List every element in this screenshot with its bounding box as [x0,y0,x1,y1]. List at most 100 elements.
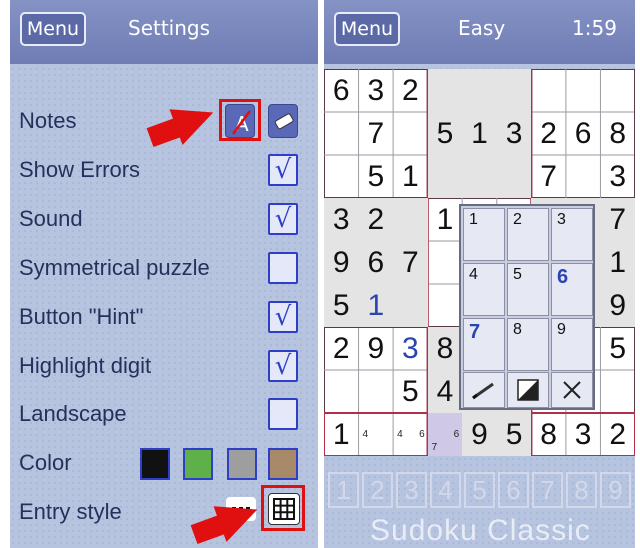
sudoku-cell[interactable]: 1 [428,198,463,241]
sudoku-cell[interactable] [496,69,532,112]
sudoku-cell[interactable] [566,155,601,198]
sudoku-cell[interactable]: 5 [427,112,463,155]
sudoku-cell[interactable]: 2 [393,69,428,112]
sudoku-cell[interactable]: 7 [393,241,428,284]
sudoku-cell[interactable]: 2 [531,112,566,155]
sudoku-cell[interactable]: 8 [600,112,635,155]
sound-checkbox[interactable]: √ [268,203,298,235]
sudoku-cell[interactable]: 46 [393,413,428,456]
menu-button[interactable]: Menu [334,12,400,46]
popup-digit-2[interactable]: 2 [507,208,549,261]
sudoku-cell[interactable] [324,112,359,155]
sudoku-cell[interactable] [427,69,463,112]
sudoku-cell[interactable]: 1 [462,112,497,155]
sudoku-cell[interactable]: 6 [566,112,601,155]
sudoku-cell[interactable]: 2 [324,327,359,370]
sudoku-cell[interactable] [393,112,428,155]
sudoku-cell[interactable] [531,69,566,112]
popup-digit-label: 3 [557,211,566,228]
sudoku-cell[interactable] [600,69,635,112]
sudoku-cell[interactable] [566,69,601,112]
cell-digit: 5 [402,374,419,408]
number-button-9[interactable]: 9 [600,472,631,508]
button-hint-checkbox[interactable]: √ [268,301,298,333]
sudoku-cell[interactable]: 3 [393,327,428,370]
sudoku-cell[interactable]: 3 [566,413,601,456]
color-swatch[interactable] [268,448,298,480]
sudoku-cell[interactable]: 5 [600,327,635,370]
popup-digit-7[interactable]: 7 [463,318,505,371]
sudoku-cell[interactable]: 7 [600,198,635,241]
number-button-1[interactable]: 1 [328,472,359,508]
sudoku-cell[interactable]: 5 [359,155,394,198]
popup-digit-8[interactable]: 8 [507,318,549,371]
sudoku-cell[interactable]: 2 [600,413,635,456]
sudoku-cell[interactable]: 5 [393,370,428,413]
sudoku-cell[interactable]: 5 [324,284,359,327]
color-swatch[interactable] [140,448,170,480]
pencil-icon[interactable] [463,372,505,408]
sudoku-cell[interactable]: 5 [496,413,532,456]
sudoku-cell[interactable] [428,284,463,327]
popup-digit-6[interactable]: 6 [551,263,593,316]
color-swatch[interactable] [183,448,213,480]
number-button-2[interactable]: 2 [362,472,393,508]
sudoku-cell[interactable]: 3 [496,112,532,155]
close-icon[interactable] [551,372,593,408]
difficulty-label: Easy [458,16,506,40]
landscape-checkbox[interactable] [268,398,298,430]
sudoku-cell[interactable] [393,284,428,327]
popup-digit-5[interactable]: 5 [507,263,549,316]
sudoku-cell[interactable] [393,198,428,241]
sudoku-cell[interactable]: 8 [427,327,463,370]
sudoku-cell[interactable] [462,155,497,198]
sudoku-cell[interactable]: 3 [600,155,635,198]
sudoku-cell[interactable]: 76 [427,413,463,456]
sudoku-cell[interactable] [600,370,635,413]
sudoku-cell[interactable]: 7 [531,155,566,198]
popup-digit-1[interactable]: 1 [463,208,505,261]
menu-button[interactable]: Menu [20,12,86,46]
sudoku-cell[interactable]: 1 [358,284,394,327]
sudoku-cell[interactable]: 7 [359,112,394,155]
sudoku-cell[interactable] [428,241,463,284]
sudoku-cell[interactable]: 2 [358,198,394,241]
popup-digit-label: 4 [469,266,478,283]
sudoku-cell[interactable]: 9 [600,284,635,327]
symmetrical-puzzle-checkbox[interactable] [268,252,298,284]
sudoku-cell[interactable] [427,155,463,198]
sudoku-cell[interactable]: 4 [427,370,463,413]
sudoku-cell[interactable] [496,155,532,198]
sudoku-cell[interactable] [324,370,359,413]
sudoku-cell[interactable]: 8 [531,413,566,456]
popup-digit-4[interactable]: 4 [463,263,505,316]
sudoku-cell[interactable] [324,155,359,198]
number-button-3[interactable]: 3 [396,472,427,508]
sudoku-cell[interactable] [462,69,497,112]
highlight-digit-checkbox[interactable]: √ [268,350,298,382]
number-button-8[interactable]: 8 [566,472,597,508]
sudoku-cell[interactable]: 9 [324,241,359,284]
sudoku-cell[interactable]: 1 [324,413,359,456]
cell-digit: 1 [367,288,385,322]
sudoku-cell[interactable]: 3 [324,198,359,241]
sudoku-cell[interactable]: 1 [393,155,428,198]
sudoku-cell[interactable]: 6 [358,241,394,284]
number-button-5[interactable]: 5 [464,472,495,508]
sudoku-cell[interactable] [359,370,394,413]
contrast-icon[interactable] [507,372,549,408]
sudoku-cell[interactable]: 6 [324,69,359,112]
number-button-7[interactable]: 7 [532,472,563,508]
sudoku-cell[interactable]: 9 [462,413,497,456]
popup-digit-9[interactable]: 9 [551,318,593,371]
sudoku-cell[interactable]: 9 [359,327,394,370]
sudoku-cell[interactable]: 3 [359,69,394,112]
eraser-icon[interactable] [268,104,298,138]
sudoku-cell[interactable]: 4 [359,413,394,456]
number-button-4[interactable]: 4 [430,472,461,508]
sudoku-cell[interactable]: 1 [600,241,635,284]
show-errors-checkbox[interactable]: √ [268,154,298,186]
popup-digit-3[interactable]: 3 [551,208,593,261]
color-swatch[interactable] [227,448,257,480]
number-button-6[interactable]: 6 [498,472,529,508]
